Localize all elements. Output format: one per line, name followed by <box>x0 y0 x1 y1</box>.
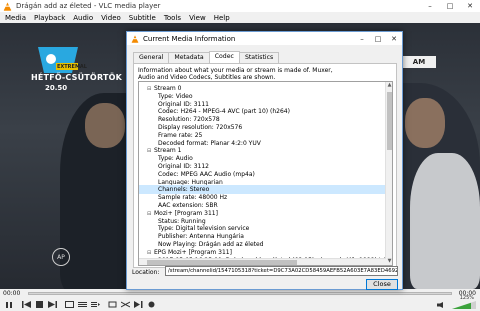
extended-settings-button[interactable] <box>77 300 88 310</box>
seek-slider[interactable] <box>28 292 452 295</box>
playlist-icon <box>91 302 100 307</box>
codec-info-text: Information about what your media or str… <box>138 67 333 81</box>
close-button[interactable]: Close <box>366 279 398 290</box>
record-button[interactable] <box>146 300 157 310</box>
video-watermark: AP <box>52 248 70 266</box>
maximize-button[interactable]: □ <box>440 0 460 12</box>
stop-icon <box>36 301 43 308</box>
close-window-button[interactable]: ✕ <box>460 0 480 12</box>
tab-codec[interactable]: Codec <box>208 51 240 63</box>
record-icon <box>148 301 155 308</box>
scroll-thumb[interactable] <box>387 92 392 150</box>
fullscreen-icon <box>65 301 74 308</box>
random-icon <box>121 301 130 308</box>
channel-time-text: 20.50 <box>45 84 68 92</box>
hscroll-thumb[interactable] <box>147 260 297 265</box>
loop-button[interactable] <box>107 300 118 310</box>
right-channel-logo: AM <box>402 56 436 68</box>
stop-button[interactable] <box>34 300 45 310</box>
frame-by-frame-button[interactable] <box>133 300 144 310</box>
dialog-title-bar: Current Media Information – □ ✕ <box>127 32 402 45</box>
tab-bar: General Metadata Codec Statistics <box>133 51 280 63</box>
tab-statistics[interactable]: Statistics <box>238 52 280 63</box>
menu-help[interactable]: Help <box>214 14 230 22</box>
menu-media[interactable]: Media <box>5 14 26 22</box>
loop-icon <box>108 301 117 308</box>
title-bar: Drágán add az életed - VLC media player … <box>0 0 480 12</box>
menu-video[interactable]: Video <box>101 14 121 22</box>
controls-bar <box>0 298 480 311</box>
scroll-down-icon[interactable]: ▼ <box>386 258 392 265</box>
vlc-cone-icon <box>131 34 139 43</box>
next-icon <box>48 301 57 308</box>
tab-metadata[interactable]: Metadata <box>168 52 210 63</box>
volume-slider[interactable] <box>452 301 476 309</box>
menu-audio[interactable]: Audio <box>73 14 93 22</box>
seek-row: 00:00 00:00 <box>0 289 480 298</box>
dialog-close-button[interactable]: ✕ <box>386 32 402 45</box>
menu-view[interactable]: View <box>189 14 206 22</box>
previous-icon <box>22 301 31 308</box>
menu-tools[interactable]: Tools <box>164 14 181 22</box>
channel-badge: EXTREMAL <box>57 64 87 70</box>
play-button[interactable] <box>3 300 15 310</box>
tree-vertical-scrollbar[interactable]: ▲ ▼ <box>385 82 392 265</box>
window-title: Drágán add az életed - VLC media player <box>16 2 161 10</box>
frame-icon <box>134 301 143 308</box>
vlc-cone-icon <box>3 1 12 11</box>
channel-schedule-text: HÉTFŐ-CSÜTÖRTÖK <box>31 73 122 82</box>
dialog-minimize-button[interactable]: – <box>354 32 370 45</box>
speaker-icon[interactable] <box>434 302 450 308</box>
dialog-maximize-button[interactable]: □ <box>370 32 386 45</box>
playlist-button[interactable] <box>90 300 101 310</box>
location-label: Location: <box>132 269 160 276</box>
elapsed-time[interactable]: 00:00 <box>3 290 20 297</box>
next-button[interactable] <box>47 300 58 310</box>
codec-tree[interactable]: ⊟ Stream 0 Type: Video Original ID: 3111 Cod… <box>138 81 393 266</box>
dialog-title: Current Media Information <box>143 34 236 43</box>
minimize-button[interactable]: – <box>420 0 440 12</box>
tree-horizontal-scrollbar[interactable] <box>139 258 386 265</box>
extended-icon <box>78 302 87 307</box>
tab-general[interactable]: General <box>133 52 170 63</box>
previous-button[interactable] <box>21 300 32 310</box>
media-info-dialog: Current Media Information – □ ✕ General … <box>126 31 403 290</box>
scroll-up-icon[interactable]: ▲ <box>386 82 392 89</box>
menu-subtitle[interactable]: Subtitle <box>129 14 156 22</box>
pause-icon <box>6 301 12 308</box>
menu-playback[interactable]: Playback <box>34 14 65 22</box>
location-field[interactable]: /stream/channelid/1547105318?ticket=D9C7… <box>165 266 398 276</box>
channel-logo <box>38 47 78 73</box>
random-button[interactable] <box>120 300 131 310</box>
menu-bar: Media Playback Audio Video Subtitle Tool… <box>0 12 480 23</box>
fullscreen-button[interactable] <box>64 300 75 310</box>
codec-panel: Information about what your media or str… <box>133 63 397 268</box>
